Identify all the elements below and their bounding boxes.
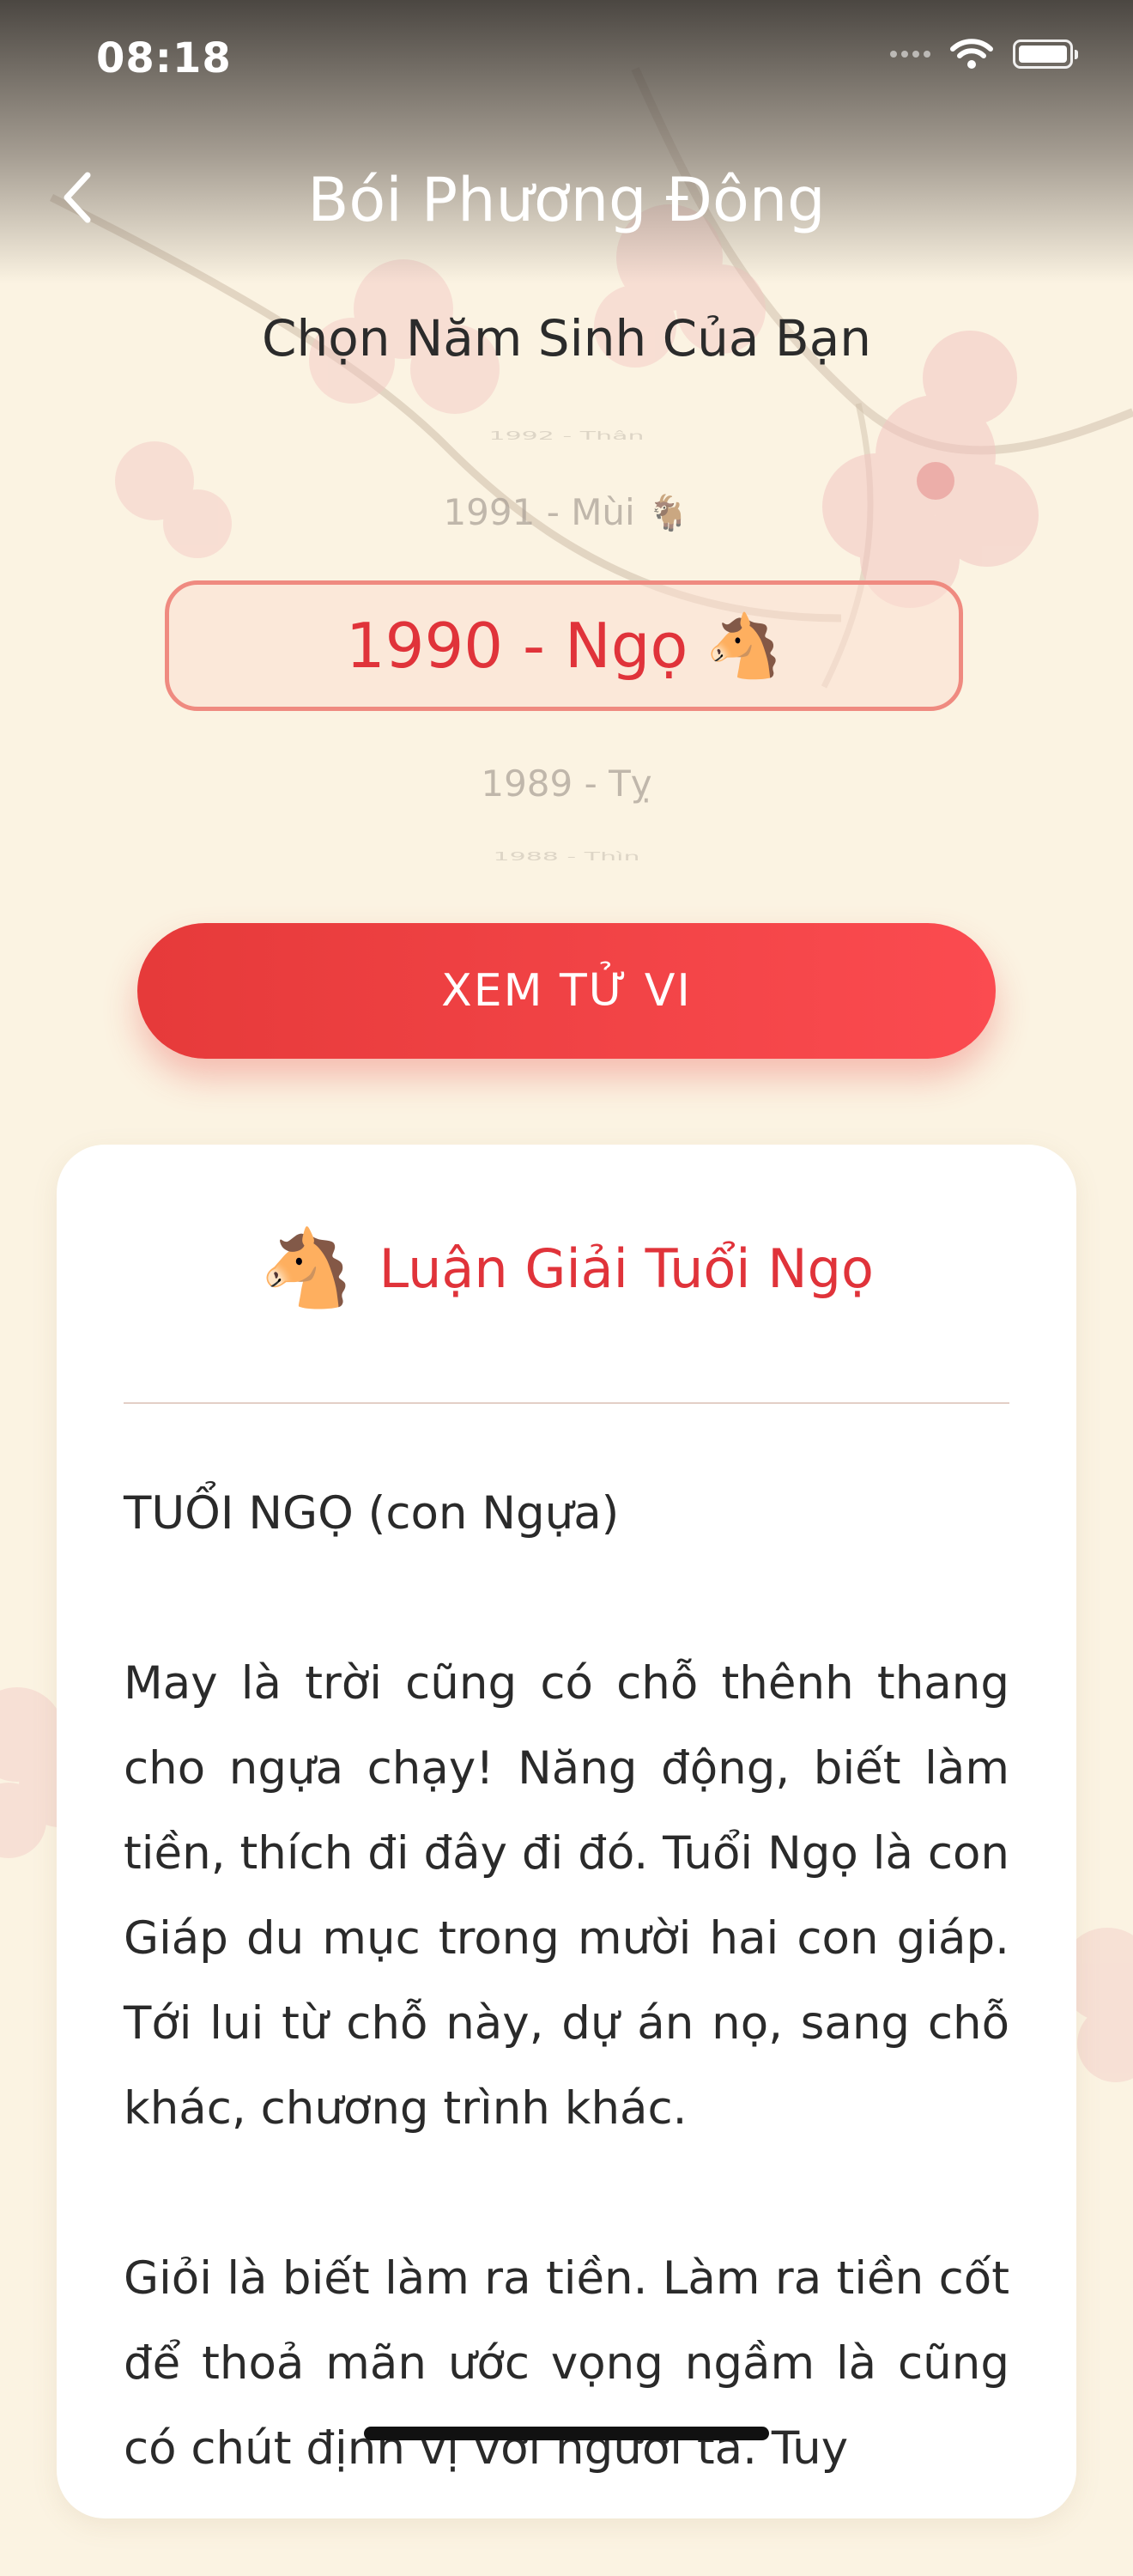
cellular-signal-icon: [890, 51, 930, 58]
paragraph: TUỔI NGỌ (con Ngựa): [124, 1487, 620, 1540]
view-horoscope-button[interactable]: XEM TỬ VI: [137, 923, 996, 1059]
page-title: Bói Phương Đông: [307, 165, 826, 235]
battery-icon: [1013, 39, 1078, 69]
year-picker[interactable]: 1992 - Thân 1991 - Mùi 🐐 1990 - Ngọ 🐴 1989…: [163, 412, 970, 867]
year-option[interactable]: 1989 - Tỵ: [163, 762, 970, 805]
card-title-text: Luận Giải Tuổi Ngọ: [379, 1236, 874, 1300]
divider: [124, 1402, 1009, 1404]
year-option[interactable]: 1991 - Mùi 🐐: [163, 491, 970, 533]
picker-heading: Chọn Năm Sinh Của Bạn: [261, 309, 872, 368]
status-icons: [890, 38, 1078, 70]
view-horoscope-label: XEM TỬ VI: [441, 965, 692, 1017]
year-option-label: 1992 - Thân: [488, 428, 645, 443]
selected-year-label: 1990 - Ngọ: [345, 610, 688, 682]
status-time: 08:18: [96, 34, 232, 82]
year-option[interactable]: 1992 - Thân: [163, 429, 970, 443]
goat-icon: 🐐: [646, 494, 690, 533]
selected-year-option[interactable]: 1990 - Ngọ 🐴: [165, 580, 963, 711]
year-option-label: 1989 - Tỵ: [481, 762, 652, 805]
horse-icon: 🐴: [259, 1224, 354, 1312]
card-title: 🐴 Luận Giải Tuổi Ngọ: [57, 1230, 1076, 1306]
year-option[interactable]: 1988 - Thìn: [163, 850, 970, 864]
wifi-icon: [950, 39, 993, 69]
year-option-label: 1988 - Thìn: [493, 849, 640, 864]
interpretation-text: TUỔI NGỌ (con Ngựa) May là trời cũng có …: [124, 1471, 1009, 2576]
home-indicator: [364, 2427, 769, 2440]
horse-icon: 🐴: [705, 609, 783, 682]
paragraph: May là trời cũng có chỗ thênh thang cho …: [124, 1657, 1009, 2135]
paragraph: Giỏi là biết làm ra tiền. Làm ra tiền cố…: [124, 2252, 1009, 2475]
year-option-label: 1991 - Mùi: [443, 491, 635, 533]
interpretation-card: 🐴 Luận Giải Tuổi Ngọ TUỔI NGỌ (con Ngựa)…: [57, 1145, 1076, 2518]
